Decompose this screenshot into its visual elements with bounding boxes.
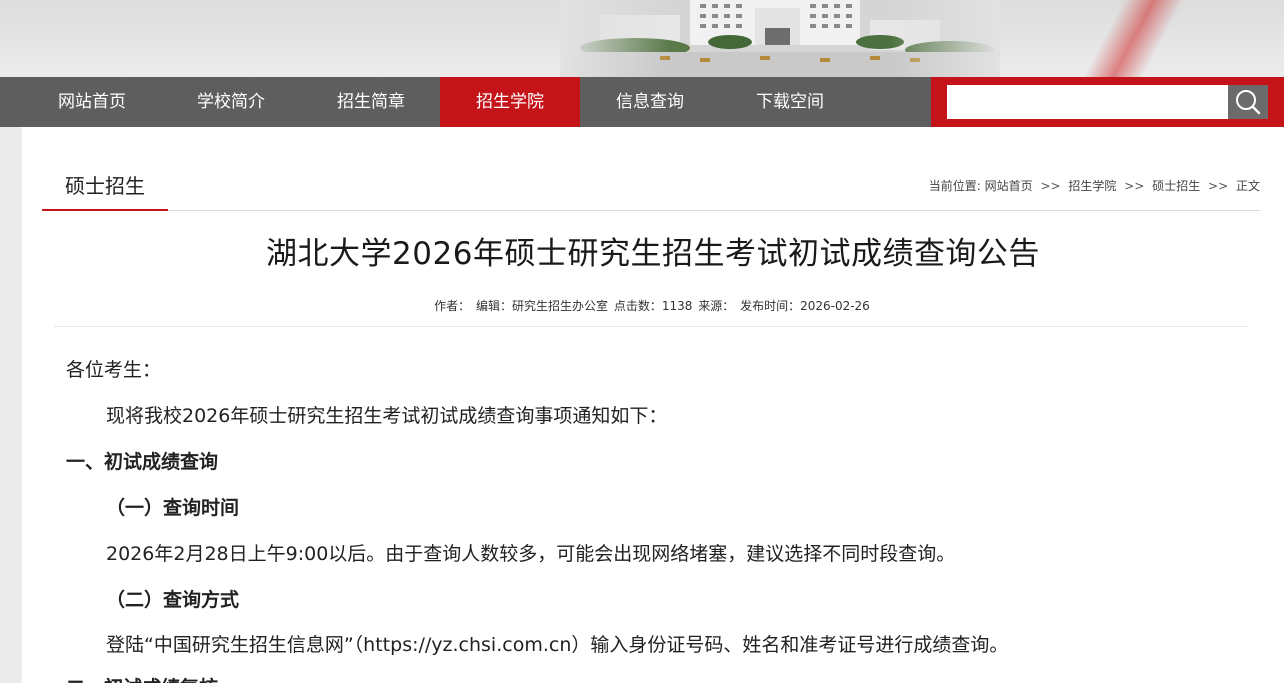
heading-score-query: 一、初试成绩查询: [66, 451, 219, 473]
search-box: [931, 77, 1284, 127]
breadcrumb-admission-colleges[interactable]: 招生学院: [1068, 179, 1116, 193]
meta-clicks: 点击数：1138: [613, 299, 693, 313]
section-title: 硕士招生: [42, 171, 168, 211]
nav-item-downloads[interactable]: 下载空间: [720, 77, 860, 127]
subheading-query-time: （一）查询时间: [106, 497, 240, 519]
query-method-paragraph: 登陆“中国研究生招生信息网”（https://yz.chsi.com.cn）输入…: [106, 634, 1009, 656]
section-header: 硕士招生 当前位置: 网站首页 >> 招生学院 >> 硕士招生 >> 正文: [42, 127, 1260, 211]
subheading-query-method: （二）查询方式: [106, 589, 240, 611]
search-input[interactable]: [947, 85, 1229, 119]
query-time-paragraph: 2026年2月28日上午9:00以后。由于查询人数较多，可能会出现网络堵塞，建议…: [106, 543, 956, 565]
article-meta: 作者： 编辑：研究生招生办公室 点击数：1138 来源： 发布时间：2026-0…: [22, 297, 1284, 314]
breadcrumb-current: 正文: [1235, 179, 1260, 193]
header-banner: [0, 0, 1284, 77]
breadcrumb-master-admission[interactable]: 硕士招生: [1152, 179, 1200, 193]
search-button[interactable]: [1228, 85, 1268, 119]
intro-paragraph: 现将我校2026年硕士研究生招生考试初试成绩查询事项通知如下：: [106, 405, 668, 427]
nav-item-school-intro[interactable]: 学校简介: [161, 77, 301, 127]
divider: [55, 326, 1248, 327]
meta-source: 来源：: [698, 299, 735, 313]
breadcrumb-separator: >>: [1208, 179, 1229, 193]
meta-editor: 编辑：研究生招生办公室: [476, 299, 609, 313]
meta-author: 作者：: [434, 299, 471, 313]
breadcrumb-separator: >>: [1124, 179, 1145, 193]
meta-date: 发布时间：2026-02-26: [740, 299, 870, 313]
breadcrumb: 当前位置: 网站首页 >> 招生学院 >> 硕士招生 >> 正文: [929, 177, 1260, 194]
heading-score-review: 二、初试成绩复核: [66, 673, 218, 683]
greeting: 各位考生：: [66, 359, 162, 381]
nav-item-home[interactable]: 网站首页: [22, 77, 162, 127]
article-title: 湖北大学2026年硕士研究生招生考试初试成绩查询公告: [266, 236, 1040, 272]
campus-building-image: [560, 0, 1000, 77]
breadcrumb-home[interactable]: 网站首页: [985, 179, 1033, 193]
decorative-red-stripe: [1070, 0, 1190, 77]
breadcrumb-prefix: 当前位置:: [928, 179, 981, 193]
content-panel: 硕士招生 当前位置: 网站首页 >> 招生学院 >> 硕士招生 >> 正文 湖北…: [22, 127, 1284, 683]
nav-item-admission-colleges[interactable]: 招生学院: [440, 77, 580, 127]
nav-item-info-query[interactable]: 信息查询: [580, 77, 720, 127]
breadcrumb-separator: >>: [1040, 179, 1061, 193]
search-icon: [1236, 90, 1261, 115]
nav-item-admission-brochure[interactable]: 招生简章: [301, 77, 441, 127]
